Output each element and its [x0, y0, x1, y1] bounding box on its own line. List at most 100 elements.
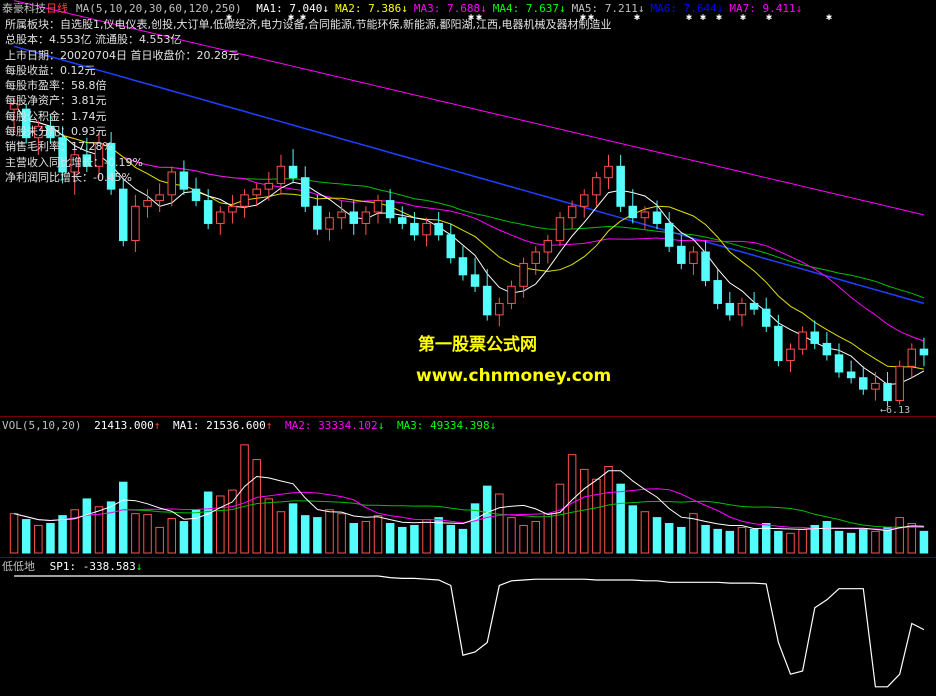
candle-body — [774, 325, 783, 362]
volume-bar — [167, 518, 177, 554]
ma-value-1: MA1: 7.040↓ — [256, 2, 330, 15]
volume-bar — [216, 495, 225, 554]
volume-header: VOL(5,10,20) 21413.000↑ MA1: 21536.600↑ … — [2, 419, 496, 432]
volume-bar — [883, 526, 892, 554]
volume-bar — [555, 483, 565, 554]
ma-value-6: MA6: 7.644↓ — [650, 2, 724, 15]
volume-bar — [361, 521, 371, 554]
candle-body — [446, 234, 456, 259]
volume-bar — [749, 528, 759, 554]
low-price-value: 6.13 — [886, 405, 911, 416]
volume-panel[interactable]: VOL(5,10,20) 21413.000↑ MA1: 21536.600↑ … — [0, 416, 936, 557]
candle-body — [191, 188, 201, 202]
info-line-7: 每股公积金：1.74元 — [5, 109, 107, 123]
candle-body — [567, 205, 577, 219]
volume-bar — [531, 521, 540, 554]
candle-body — [337, 211, 346, 219]
ma-value-3: MA3: 7.688↓ — [413, 2, 487, 15]
volume-bar — [628, 505, 638, 554]
candle-body — [228, 205, 237, 213]
candle-body — [713, 280, 722, 304]
candle-body — [216, 211, 225, 224]
vol-ma1-arrow: ↑ — [265, 419, 273, 432]
indicator-panel[interactable]: 低低地 SP1: -338.583↓ — [0, 557, 936, 696]
candle-body — [240, 194, 249, 207]
candle-body — [495, 302, 504, 316]
volume-bar — [203, 491, 213, 554]
volume-bar — [264, 498, 274, 554]
info-line-3: 上市日期：20020704日 首日收盘价：20.28元 — [5, 48, 239, 62]
volume-bar — [106, 501, 116, 554]
volume-bar — [458, 528, 468, 554]
volume-bar — [300, 515, 310, 554]
candle-body — [701, 251, 710, 282]
info-line-1: 所属板块：自选股1,仪电仪表,创投,大订单,低碳经济,电力设备,合同能源,节能环… — [5, 18, 612, 31]
sp1-label: SP1: — [49, 560, 77, 573]
volume-bar — [9, 513, 19, 554]
candle-body — [373, 200, 383, 213]
vol-ma3-value: 49334.398 — [430, 419, 490, 432]
candle-body — [410, 222, 419, 236]
candle-body — [919, 348, 929, 356]
volume-bar — [895, 517, 904, 554]
low-price-label: ←6.13 — [880, 405, 911, 416]
candle-body — [361, 211, 371, 224]
ma-params: MA(5,10,20,30,60,120,250) — [76, 2, 242, 15]
volume-bar — [82, 498, 92, 554]
volume-bar — [70, 509, 79, 554]
candle-body — [810, 331, 820, 344]
candle-body — [883, 382, 892, 402]
volume-bar — [482, 485, 492, 554]
volume-bar — [519, 524, 528, 554]
candle-body — [313, 205, 322, 230]
volume-bar — [398, 526, 407, 554]
stock-name: 泰豪科技 — [2, 2, 46, 15]
volume-bar — [252, 459, 261, 554]
vol-value: 21413.000 — [94, 419, 154, 432]
vol-params: VOL(5,10,20) — [2, 419, 82, 432]
ma-header: 泰豪科技日线 MA(5,10,20,30,60,120,250) MA1: 7.0… — [2, 2, 808, 15]
candle-body — [155, 194, 164, 202]
volume-bar — [228, 489, 237, 554]
volume-chart[interactable] — [0, 417, 936, 557]
period-label[interactable]: 日线 — [46, 2, 68, 15]
event-star: ✱ — [826, 12, 832, 23]
candle-body — [482, 285, 492, 316]
volume-bar — [713, 528, 722, 554]
stock-info-box: 所属板块：自选股1,仪电仪表,创投,大订单,低碳经济,电力设备,合同能源,节能环… — [5, 17, 611, 185]
candle-body — [458, 257, 468, 276]
volume-bar — [822, 521, 832, 554]
price-panel[interactable]: ✱ ✱ ✱ ✱ ✱ ✱ ✱ ✱ ✱ ✱ ✱ ✱ ✱ ✱ 泰豪科技日线 MA(5,10,20,30,60,12… — [0, 0, 936, 416]
volume-bar — [155, 526, 164, 554]
info-line-4: 每股收益：0.12元 — [5, 63, 96, 77]
volume-bar — [422, 519, 431, 554]
volume-bar — [21, 519, 31, 554]
candle-body — [470, 274, 480, 287]
sp1-arrow: ↓ — [135, 560, 143, 573]
candle-body — [761, 308, 771, 327]
candle-body — [725, 302, 735, 316]
sp1-value: -338.583 — [82, 560, 136, 573]
volume-bar — [410, 524, 419, 554]
volume-bar — [737, 526, 747, 554]
volume-bar — [592, 478, 601, 554]
ma-value-7: MA7: 9.411↓ — [729, 2, 803, 15]
candle-body — [628, 205, 638, 219]
volume-bar — [179, 521, 189, 554]
candle-body — [203, 200, 213, 224]
info-line-5: 每股市盈率：58.8倍 — [5, 79, 107, 93]
volume-bar — [507, 517, 516, 554]
sp1-line — [14, 575, 925, 688]
volume-bar — [373, 515, 383, 554]
info-line-8: 每股未分配：0.93元 — [5, 125, 107, 139]
indicator-chart[interactable] — [0, 558, 936, 696]
volume-bar — [786, 532, 795, 554]
candle-body — [543, 240, 553, 253]
volume-bar — [325, 509, 334, 554]
vol-ma2-value: 33334.102 — [318, 419, 378, 432]
vol-ma3-label: MA3: — [396, 419, 424, 432]
volume-bar — [58, 515, 67, 554]
volume-bar — [276, 511, 286, 554]
candle-body — [640, 211, 650, 219]
candle-body — [531, 251, 540, 264]
